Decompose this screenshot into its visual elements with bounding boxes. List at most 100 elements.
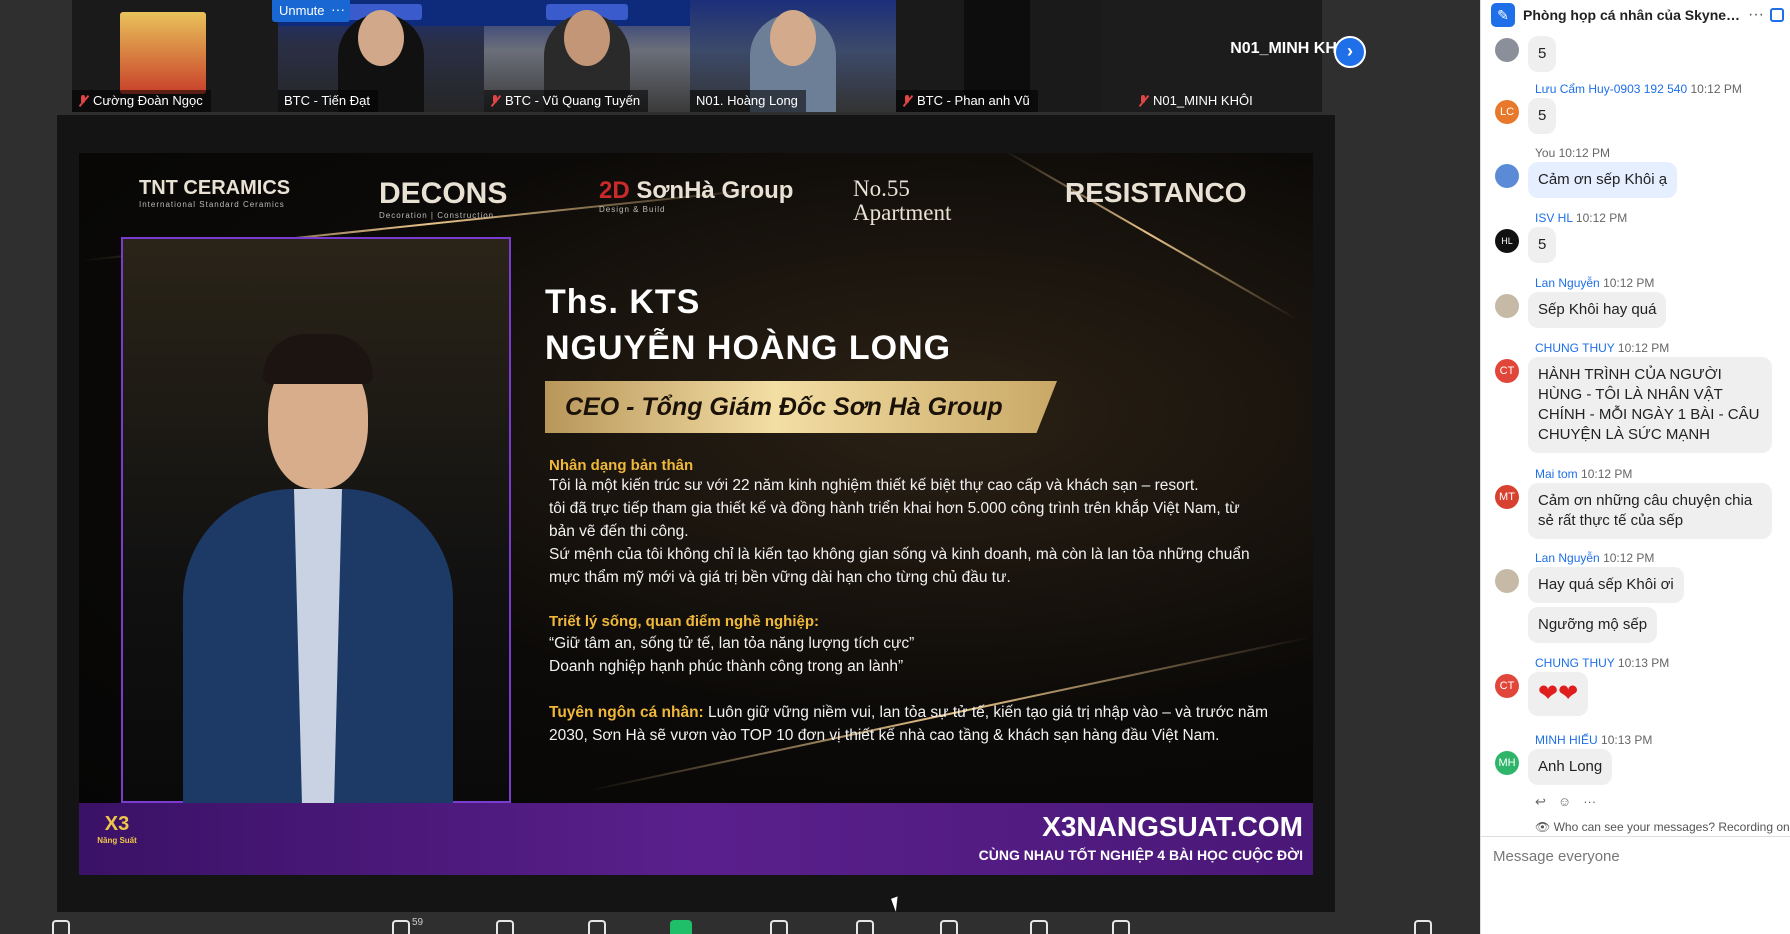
message-text: HÀNH TRÌNH CỦA NGƯỜI HÙNG - TÔI LÀ NHÂN … [1528,357,1772,453]
message-text: 5 [1528,36,1557,72]
participant-count: 59 [412,917,424,928]
mic-off-icon [1138,95,1148,107]
footer-tagline: CÙNG NHAU TỐT NGHIỆP 4 BÀI HỌC CUỘC ĐỜI [978,847,1303,863]
role-banner: CEO - Tổng Giám Đốc Sơn Hà Group [545,381,1057,433]
footer-url: X3NANGSUAT.COM [1042,811,1303,842]
chat-header: ✎ Phòng họp cá nhân của Skynext.... ··· [1481,0,1790,30]
privacy-icon: 👁 [1535,820,1554,834]
sender-name[interactable]: CHUNG THUY [1535,341,1615,355]
body-text: Doanh nghiệp hạnh phúc thành công trong … [549,658,904,675]
logo-tnt: TNT CERAMICS International Standard Ceram… [139,177,291,209]
chat-icon[interactable] [496,920,514,934]
participant-tile[interactable]: Cường Đoàn Ngọc [72,0,278,112]
more-actions-icon[interactable]: ··· [1583,794,1596,810]
mic-off-icon [490,95,500,107]
apps-icon[interactable] [856,920,874,934]
record-icon[interactable] [1030,920,1048,934]
section-heading: Triết lý sống, quan điểm nghề nghiệp: [549,613,820,630]
emoji-icon[interactable]: ☺ [1558,794,1571,810]
avatar: HL [1495,229,1519,253]
avatar: CT [1495,359,1519,383]
mic-off-icon [78,95,88,107]
message-text: 5 [1528,98,1557,134]
avatar: CT [1495,674,1519,698]
logo-decons: DECONS Decoration | Construction [379,177,508,220]
logo-resistanco: RESISTANCO [1065,177,1247,208]
chat-panel: ✎ Phòng họp cá nhân của Skynext.... ··· … [1480,0,1790,934]
popout-icon[interactable] [1770,8,1784,22]
slide-footer: X3 Năng Suất X3NANGSUAT.COM CÙNG NHAU TỐT… [79,803,1313,875]
avatar [1495,294,1519,318]
body-text: Sứ mệnh của tôi không chỉ là kiến tạo kh… [549,546,1250,563]
mic-icon[interactable] [52,920,70,934]
sender-name: You [1535,146,1556,160]
participant-tile[interactable]: BTC - Vũ Quang Tuyến [484,0,690,112]
message-time: 10:12 PM [1558,146,1610,160]
unmute-button[interactable]: Unmute [272,0,332,22]
mic-off-icon [902,95,912,107]
speaker-photo [121,237,511,803]
message-time: 10:13 PM [1617,656,1670,670]
sender-name[interactable]: Lưu Cẩm Huy-0903 192 540 [1535,82,1687,96]
body-text: tôi đã trực tiếp tham gia thiết kế và đồ… [549,500,1240,517]
recording-notice[interactable]: 👁 Who can see your messages? Recording o… [1535,820,1790,834]
shared-screen: TNT CERAMICS International Standard Ceram… [57,115,1335,912]
participants-icon[interactable] [392,920,410,934]
share-screen-icon[interactable] [670,920,692,934]
message-text: Cảm ơn sếp Khôi ạ [1528,162,1678,198]
chat-title[interactable]: Phòng họp cá nhân của Skynext.... [1523,7,1742,23]
tile-more-button[interactable]: ··· [326,0,350,22]
message-time: 10:13 PM [1601,733,1653,747]
edit-icon[interactable]: ✎ [1491,3,1515,27]
ai-companion-icon[interactable] [770,920,788,934]
body-text: bản vẽ đến thi công. [549,523,689,540]
participant-name: BTC - Tiến Đạt [284,93,370,108]
slide-title: Ths. KTS [545,283,701,321]
sender-name[interactable]: Lan Nguyễn [1535,551,1600,565]
logo-sonha: 2D SơnHà Group Design & Build [599,177,794,214]
slide-title: NGUYỄN HOÀNG LONG [545,329,952,367]
message-time: 10:12 PM [1617,341,1670,355]
reply-icon[interactable]: ↩ [1535,794,1546,810]
section-heading: Nhân dạng bản thân [549,457,694,474]
avatar: MH [1495,751,1519,775]
participant-name: Cường Đoàn Ngọc [93,93,203,108]
avatar: MT [1495,485,1519,509]
body-text: Tôi là một kiến trúc sư với 22 năm kinh … [549,477,1199,494]
message-time: 10:12 PM [1603,276,1655,290]
sender-name[interactable]: CHUNG THUY [1535,656,1615,670]
body-text: Tuyên ngôn cá nhân: Luôn giữ vững niềm v… [549,704,1269,721]
message-text: Cảm ơn những câu chuyện chia sẻ rất thực… [1528,483,1772,539]
sender-name[interactable]: ISV HL [1535,211,1573,225]
message-text: ❤❤ [1528,672,1589,716]
body-text: 2030, Sơn Hà sẽ vươn vào TOP 10 đơn vị t… [549,727,1220,744]
avatar [1495,38,1519,62]
message-text: Anh Long [1528,749,1613,785]
security-icon[interactable] [1414,920,1432,934]
message-actions: ↩ ☺ ··· [1535,794,1596,810]
message-text: Sếp Khôi hay quá [1528,292,1667,328]
react-icon[interactable] [588,920,606,934]
chat-more-button[interactable]: ··· [1742,6,1770,24]
avatar: LC [1495,100,1519,124]
participant-tile[interactable]: BTC - Phan anh Vũ [896,0,1102,112]
body-text: mực thẩm mỹ mới và giá trị bền vững dài … [549,569,1011,586]
message-time: 10:12 PM [1603,551,1655,565]
x3-logo: X3 Năng Suất [97,813,137,845]
avatar [1495,164,1519,188]
sender-name[interactable]: MINH HIẾU [1535,733,1598,747]
participant-name: N01. Hoàng Long [696,93,798,108]
avatar [120,12,206,94]
more-icon[interactable] [1112,920,1130,934]
chat-message-input[interactable] [1493,848,1779,865]
message-time: 10:12 PM [1690,82,1742,96]
logo-no55: No.55 Apartment [853,176,952,225]
captions-icon[interactable] [940,920,958,934]
participant-tile-active[interactable]: N01. Hoàng Long [690,0,896,112]
sender-name[interactable]: Lan Nguyễn [1535,276,1600,290]
sender-name[interactable]: Mai tom [1535,467,1578,481]
participant-name: N01_MINH KHÔI [1153,93,1253,108]
meeting-toolbar: 59 [0,914,1480,934]
message-time: 10:12 PM [1581,467,1633,481]
next-page-button[interactable]: › [1334,36,1366,68]
